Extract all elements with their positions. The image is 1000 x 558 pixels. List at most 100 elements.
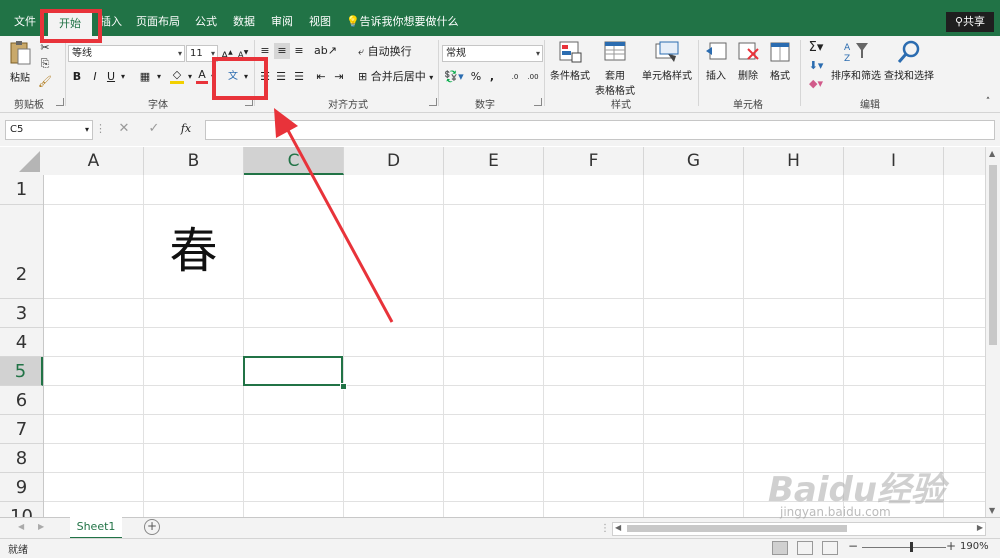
increase-indent-icon[interactable]: ⇥	[332, 69, 346, 85]
tab-review[interactable]: 审阅	[266, 8, 298, 36]
wrap-text-button[interactable]: ⤶ 自动换行	[358, 44, 436, 60]
row-header[interactable]: 9	[0, 473, 43, 502]
row-header[interactable]: 4	[0, 328, 43, 357]
zoom-level[interactable]: 190%	[960, 541, 989, 552]
align-center-icon[interactable]: ☰	[274, 69, 288, 85]
italic-button[interactable]: I	[88, 69, 102, 85]
column-header[interactable]: I	[844, 147, 944, 175]
number-format-combo[interactable]: 常规 ▾	[442, 45, 543, 62]
font-launcher-icon[interactable]	[245, 98, 253, 106]
cut-icon[interactable]: ✂	[38, 40, 52, 56]
scroll-up-icon[interactable]: ▲	[989, 149, 995, 158]
chevron-down-icon[interactable]: ▾	[155, 69, 163, 85]
align-bottom-icon[interactable]: ≡	[292, 43, 306, 59]
delete-cells-button[interactable]: 删除	[734, 40, 762, 92]
formula-input[interactable]	[205, 120, 995, 140]
sort-filter-button[interactable]: AZ 排序和筛选	[830, 40, 882, 92]
fill-icon[interactable]: ⬇▾	[806, 58, 826, 74]
increase-decimal-icon[interactable]: .0	[508, 69, 522, 85]
page-break-view-icon[interactable]	[822, 541, 838, 555]
column-header[interactable]: G	[644, 147, 744, 175]
vertical-scrollbar[interactable]: ▲ ▼	[985, 147, 1000, 517]
tab-data[interactable]: 数据	[228, 8, 260, 36]
fill-color-icon[interactable]: ◇	[170, 67, 184, 84]
tab-page-layout[interactable]: 页面布局	[132, 8, 184, 36]
find-select-button[interactable]: 查找和选择	[882, 40, 936, 92]
orientation-icon[interactable]: ab↗	[314, 43, 337, 59]
percent-button[interactable]: %	[470, 69, 482, 85]
format-cells-button[interactable]: 格式	[766, 40, 794, 92]
add-sheet-button[interactable]: +	[144, 519, 160, 535]
row-header[interactable]: 2	[0, 205, 43, 299]
scroll-down-icon[interactable]: ▼	[989, 506, 995, 515]
column-header[interactable]: B	[144, 147, 244, 175]
column-header[interactable]: E	[444, 147, 544, 175]
row-header-selected[interactable]: 5	[0, 357, 43, 386]
row-header[interactable]: 3	[0, 299, 43, 328]
chevron-down-icon[interactable]: ▾	[186, 69, 194, 85]
cell-styles-button[interactable]: 单元格样式	[640, 40, 694, 92]
increase-font-icon[interactable]: A▲	[220, 45, 234, 61]
sheet-tab-sheet1[interactable]: Sheet1	[70, 517, 122, 540]
fill-handle[interactable]	[340, 383, 347, 390]
chevron-down-icon[interactable]: ▾	[209, 69, 217, 85]
decrease-decimal-icon[interactable]: .00	[526, 69, 540, 85]
format-as-table-button[interactable]: 套用 表格格式	[592, 40, 638, 97]
align-left-icon[interactable]: ☰	[258, 69, 272, 85]
tab-insert[interactable]: 插入	[94, 8, 128, 36]
horizontal-scrollbar[interactable]: ◀ ▶	[612, 522, 986, 536]
tab-home[interactable]: 开始	[48, 12, 92, 36]
page-layout-view-icon[interactable]	[797, 541, 813, 555]
zoom-slider[interactable]	[862, 547, 946, 548]
autosum-icon[interactable]: Σ▾	[806, 40, 826, 56]
borders-icon[interactable]: ▦	[136, 69, 154, 85]
align-right-icon[interactable]: ☰	[292, 69, 306, 85]
column-header[interactable]: F	[544, 147, 644, 175]
cell-B2[interactable]: 春	[144, 205, 243, 298]
share-button[interactable]: ⚲共享	[946, 12, 994, 32]
font-name-combo[interactable]: 等线 ▾	[68, 45, 185, 62]
format-painter-icon[interactable]: 🖌	[38, 74, 52, 90]
column-header-selected[interactable]: C	[244, 147, 344, 175]
row-header[interactable]: 6	[0, 386, 43, 415]
decrease-font-icon[interactable]: A▼	[236, 45, 250, 61]
tell-me-box[interactable]: 💡 告诉我你想要做什么	[346, 8, 466, 36]
chevron-down-icon[interactable]: ▾	[119, 69, 127, 85]
tab-view[interactable]: 视图	[304, 8, 336, 36]
insert-cells-button[interactable]: 插入	[702, 40, 730, 92]
number-launcher-icon[interactable]	[534, 98, 542, 106]
clipboard-launcher-icon[interactable]	[56, 98, 64, 106]
align-middle-icon[interactable]: ≡	[274, 43, 290, 59]
paste-button[interactable]: 粘贴	[6, 40, 34, 90]
copy-icon[interactable]: ⎘	[38, 56, 52, 72]
font-size-combo[interactable]: 11 ▾	[186, 45, 218, 62]
column-header[interactable]: A	[44, 147, 144, 175]
tab-split-dots-icon[interactable]: ⋮	[600, 523, 610, 534]
row-header[interactable]: 1	[0, 175, 43, 205]
align-top-icon[interactable]: ≡	[258, 43, 272, 59]
next-sheet-icon[interactable]: ▶	[38, 522, 44, 531]
zoom-in-icon[interactable]: +	[946, 539, 956, 553]
scroll-right-icon[interactable]: ▶	[977, 523, 983, 532]
collapse-ribbon-icon[interactable]: ˄	[982, 94, 994, 110]
column-header[interactable]: D	[344, 147, 444, 175]
h-scrollbar-thumb[interactable]	[627, 525, 847, 532]
clear-icon[interactable]: ◆▾	[806, 76, 826, 92]
tab-formulas[interactable]: 公式	[190, 8, 222, 36]
phonetic-guide-icon[interactable]: 文	[226, 69, 240, 85]
prev-sheet-icon[interactable]: ◀	[18, 522, 24, 531]
row-header[interactable]: 10	[0, 502, 43, 517]
normal-view-icon[interactable]	[772, 541, 788, 555]
accounting-format-icon[interactable]: 💱▾	[443, 69, 465, 85]
underline-button[interactable]: U	[104, 69, 118, 85]
merge-center-button[interactable]: ⊞ 合并后居中 ▾	[358, 69, 438, 85]
zoom-slider-thumb[interactable]	[910, 542, 913, 552]
conditional-formatting-button[interactable]: 条件格式	[548, 40, 592, 92]
comma-style-icon[interactable]: ,	[486, 69, 498, 85]
column-header[interactable]: H	[744, 147, 844, 175]
font-color-icon[interactable]: A	[196, 67, 208, 84]
tab-file[interactable]: 文件	[6, 8, 44, 36]
enter-icon[interactable]: ✓	[146, 121, 162, 137]
row-header[interactable]: 8	[0, 444, 43, 473]
insert-function-button[interactable]: fx	[176, 121, 196, 137]
